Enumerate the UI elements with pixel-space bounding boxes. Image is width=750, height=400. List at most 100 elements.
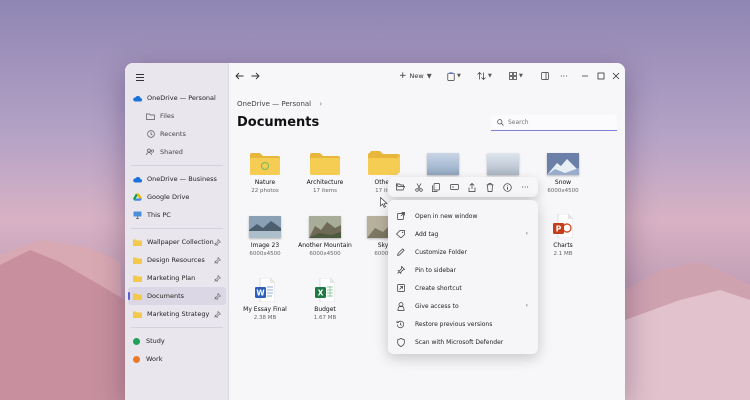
tag-icon (396, 230, 405, 239)
sidebar-item-marketing-plan[interactable]: Marketing Plan (125, 269, 229, 287)
sidebar-item-documents[interactable]: Documents (128, 287, 226, 305)
paste-button[interactable]: ▼ (447, 69, 461, 83)
file-name: Nature (254, 179, 276, 186)
menu-item-restore-versions[interactable]: Restore previous versions (388, 315, 538, 333)
image-thumbnail (547, 153, 579, 175)
pin-icon (396, 266, 405, 275)
chevron-down-icon: ▼ (457, 73, 461, 79)
cloud-icon (133, 94, 142, 103)
maximize-icon[interactable] (597, 69, 605, 83)
chevron-right-icon: › (319, 100, 323, 108)
context-quick-actions: ··· (388, 177, 538, 197)
pin-icon[interactable] (213, 256, 221, 264)
sidebar-item-label: This PC (147, 211, 171, 219)
info-icon[interactable] (502, 182, 512, 192)
hamburger-menu-icon[interactable] (133, 70, 147, 84)
sidebar-item-label: Study (146, 337, 165, 345)
file-item-charts[interactable]: P Charts 2.1 MB (534, 213, 592, 257)
monitor-icon (133, 211, 142, 220)
folder-icon (133, 274, 142, 283)
more-options-icon[interactable]: ··· (520, 182, 530, 192)
menu-item-give-access[interactable]: Give access to › (388, 297, 538, 315)
menu-item-scan-defender[interactable]: Scan with Microsoft Defender (388, 333, 538, 351)
breadcrumb[interactable]: OneDrive — Personal › (237, 100, 322, 108)
pin-icon[interactable] (213, 292, 221, 300)
excel-icon: X (315, 277, 336, 303)
sidebar-item-onedrive-business[interactable]: OneDrive — Business (125, 170, 229, 188)
file-item-budget[interactable]: X Budget 1.67 MB (296, 277, 354, 321)
pencil-icon (396, 248, 405, 257)
delete-icon[interactable] (485, 182, 495, 192)
sidebar-item-label: Documents (147, 292, 185, 300)
menu-item-label: Restore previous versions (415, 320, 493, 328)
menu-item-label: Add tag (415, 230, 439, 238)
share-icon[interactable] (467, 182, 477, 192)
chevron-right-icon: › (525, 302, 528, 309)
folder-icon (133, 292, 142, 301)
new-button[interactable]: + New ▼ (399, 69, 432, 83)
sidebar-item-label: Marketing Plan (147, 274, 196, 282)
more-options-icon[interactable]: ··· (560, 69, 568, 83)
google-drive-icon (133, 193, 142, 202)
sidebar-item-files[interactable]: Files (125, 107, 229, 125)
file-item-photo[interactable] (474, 153, 532, 175)
sidebar-item-this-pc[interactable]: This PC (125, 206, 229, 224)
sidebar-divider (131, 228, 223, 229)
file-name: Snow (554, 179, 572, 186)
view-button[interactable]: ▼ (509, 69, 523, 83)
menu-item-customize-folder[interactable]: Customize Folder (388, 243, 538, 261)
pin-icon[interactable] (213, 238, 221, 246)
search-box[interactable] (491, 115, 617, 131)
breadcrumb-location[interactable]: OneDrive — Personal (237, 100, 311, 108)
minimize-icon[interactable] (581, 69, 589, 83)
file-meta: 22 photos (251, 188, 279, 194)
sidebar-tag-study[interactable]: Study (125, 332, 229, 350)
menu-item-create-shortcut[interactable]: Create shortcut (388, 279, 538, 297)
search-input[interactable] (508, 119, 608, 126)
sidebar-item-design-resources[interactable]: Design Resources (125, 251, 229, 269)
context-menu: Open in new window Add tag › Customize F… (388, 200, 538, 354)
file-item-my-essay-final[interactable]: W My Essay Final 2.38 MB (236, 277, 294, 321)
grid-view-icon (509, 72, 517, 80)
sidebar-tag-work[interactable]: Work (125, 350, 229, 368)
sidebar-item-onedrive-personal[interactable]: OneDrive — Personal (125, 89, 229, 107)
sort-button[interactable]: ▼ (477, 69, 492, 83)
file-item-image-23[interactable]: Image 23 6000x4500 (236, 216, 294, 257)
copy-icon[interactable] (431, 182, 441, 192)
forward-arrow-icon[interactable] (251, 69, 260, 83)
file-item-architecture[interactable]: Architecture 17 items (296, 153, 354, 194)
word-icon: W (255, 277, 276, 303)
file-item-another-mountain[interactable]: Another Mountain 6000x4500 (296, 216, 354, 257)
menu-item-add-tag[interactable]: Add tag › (388, 225, 538, 243)
sidebar-item-recents[interactable]: Recents (125, 125, 229, 143)
back-arrow-icon[interactable] (235, 69, 244, 83)
cut-icon[interactable] (414, 182, 424, 192)
sidebar-item-marketing-strategy[interactable]: Marketing Strategy (125, 305, 229, 323)
menu-item-open-new-window[interactable]: Open in new window (388, 207, 538, 225)
menu-item-pin-to-sidebar[interactable]: Pin to sidebar (388, 261, 538, 279)
sidebar-item-label: OneDrive — Business (147, 175, 217, 183)
sidebar-item-label: Files (160, 112, 175, 120)
file-item-photo[interactable] (414, 153, 472, 175)
sidebar-item-google-drive[interactable]: Google Drive (125, 188, 229, 206)
rename-icon[interactable] (449, 182, 459, 192)
folder-icon (368, 153, 398, 175)
tag-color-dot (133, 337, 140, 345)
close-icon[interactable] (612, 69, 620, 83)
details-pane-icon[interactable] (541, 69, 549, 83)
menu-item-label: Open in new window (415, 212, 478, 220)
open-folder-icon[interactable] (396, 182, 406, 192)
sidebar-item-shared[interactable]: Shared (125, 143, 229, 161)
file-item-nature[interactable]: Nature 22 photos (236, 153, 294, 194)
image-thumbnail (487, 153, 519, 175)
menu-item-label: Pin to sidebar (415, 266, 457, 274)
image-thumbnail (309, 216, 341, 238)
folder-icon (250, 153, 280, 175)
svg-text:W: W (256, 289, 265, 298)
file-item-snow[interactable]: Snow 6000x4500 (534, 153, 592, 194)
pin-icon[interactable] (213, 274, 221, 282)
sidebar-item-wallpaper-collection[interactable]: Wallpaper Collection (125, 233, 229, 251)
file-meta: 1.67 MB (313, 315, 337, 321)
pin-icon[interactable] (213, 310, 221, 318)
sidebar-item-label: Google Drive (147, 193, 190, 201)
